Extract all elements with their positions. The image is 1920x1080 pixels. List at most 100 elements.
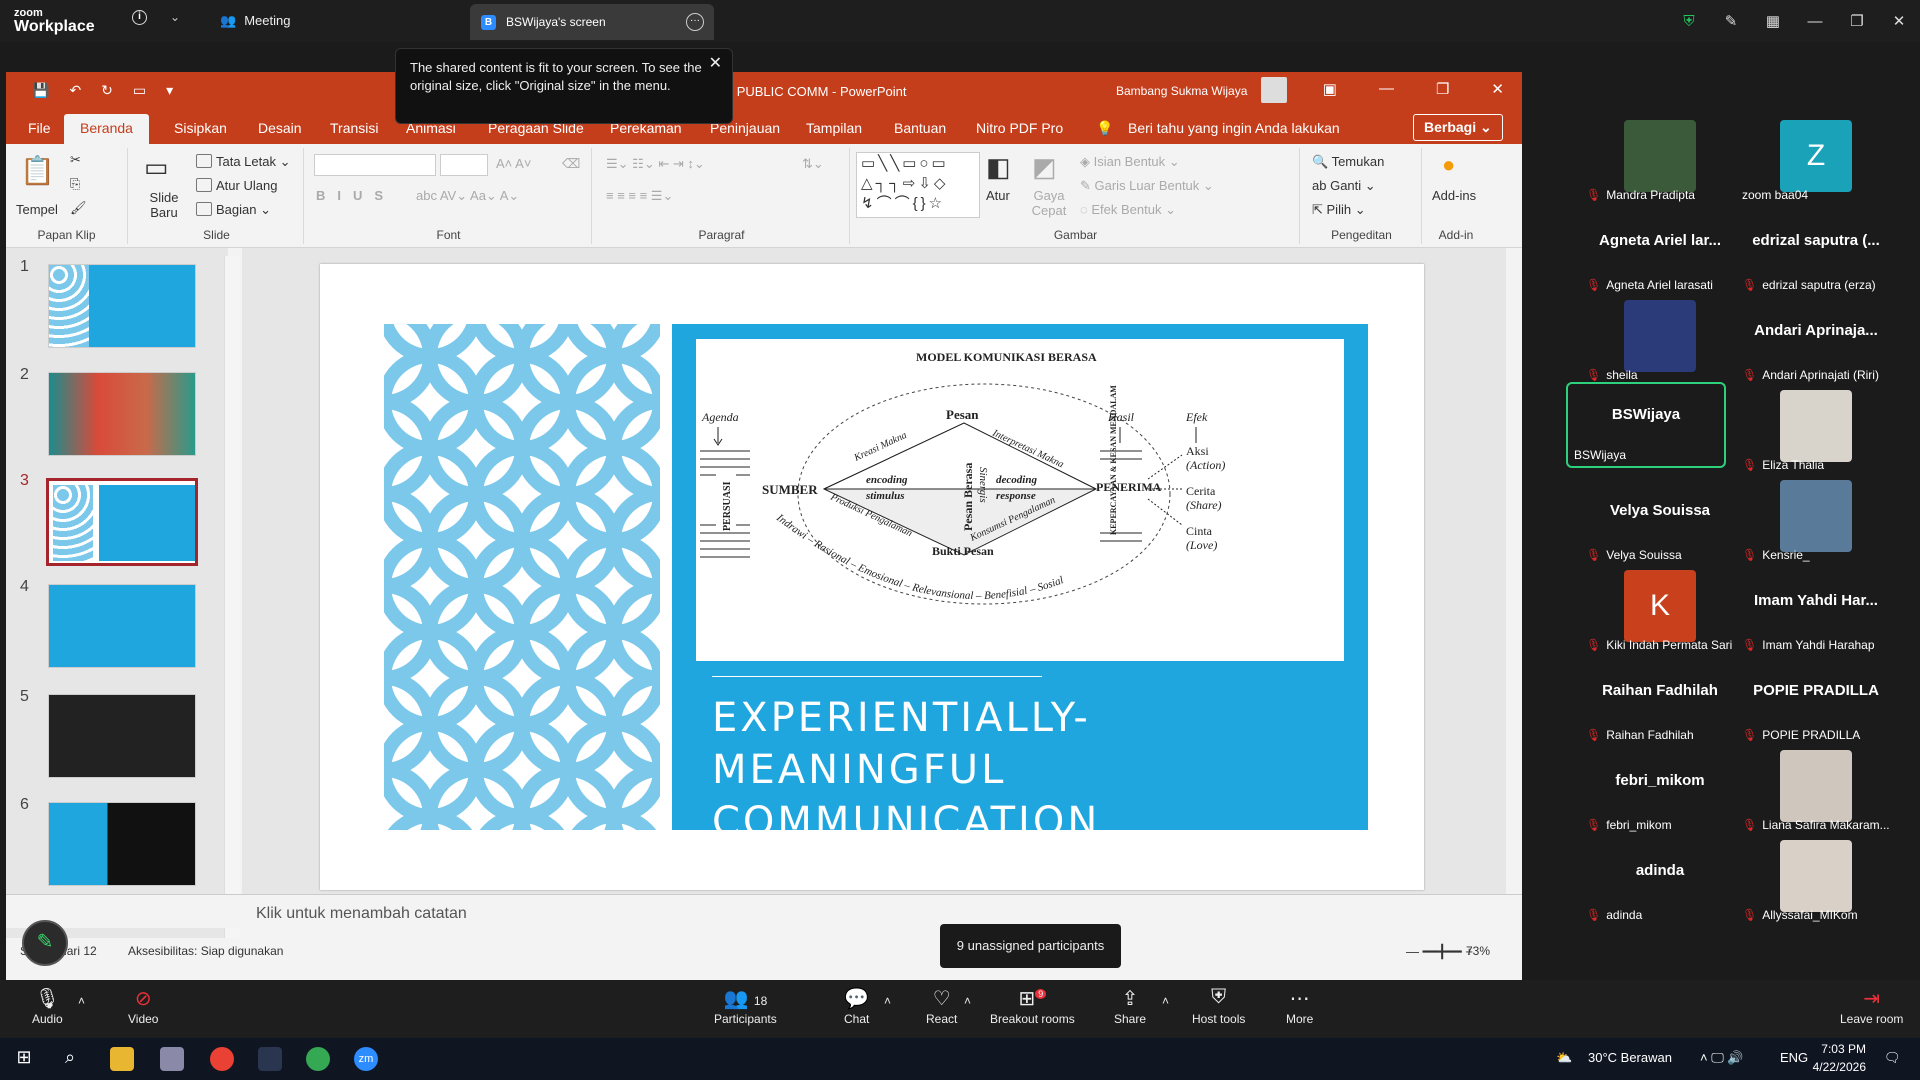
ppt-restore-icon[interactable]: ❐ — [1436, 80, 1449, 98]
copy-icon[interactable]: ⎘ — [70, 176, 80, 192]
participants-button[interactable]: 👥 18 Participants — [714, 986, 777, 1026]
participant-tile[interactable]: Agneta Ariel lar... 🎙 Agneta Ariel larasat… — [1580, 210, 1740, 296]
react-options-chevron[interactable]: ˄ — [964, 994, 971, 1008]
quick-style-button[interactable]: Gaya Cepat — [1028, 188, 1070, 218]
strike-spacing-case-icons[interactable]: abc AV⌄ Aa⌄ A⌄ — [416, 188, 519, 204]
tab-transisi[interactable]: Transisi — [330, 120, 379, 136]
shapes-gallery[interactable]: ▭╲╲▭○▭ △┐┐⇨⇩◇ ↯⌒⌒{}☆ — [856, 152, 980, 218]
format-painter-icon[interactable]: 🖌 — [70, 200, 87, 216]
cut-icon[interactable]: ✂ — [70, 152, 81, 168]
reset-button[interactable]: Atur Ulang — [196, 178, 277, 193]
chrome-icon[interactable] — [306, 1047, 330, 1071]
participant-tile[interactable]: febri_mikom 🎙 febri_mikom — [1580, 750, 1740, 836]
chat-button[interactable]: 💬 Chat — [844, 986, 869, 1026]
participant-tile[interactable]: Imam Yahdi Har... 🎙 Imam Yahdi Harahap — [1736, 570, 1896, 656]
replace-button[interactable]: ab Ganti ⌄ — [1312, 178, 1376, 194]
tab-desain[interactable]: Desain — [258, 120, 302, 136]
shape-fill-button[interactable]: ◈ Isian Bentuk ⌄ — [1080, 154, 1180, 170]
align-icons[interactable]: ≡ ≡ ≡ ≡ ☰⌄ — [606, 188, 673, 204]
language[interactable]: ENG — [1780, 1050, 1808, 1065]
clock-date[interactable]: 4/22/2026 — [1808, 1060, 1866, 1074]
clear-format-icon[interactable]: ⌫ — [562, 156, 580, 172]
participant-tile[interactable]: Zzoom baa04 — [1736, 120, 1896, 206]
select-button[interactable]: ⇱ Pilih ⌄ — [1312, 202, 1366, 218]
new-slide-button[interactable]: Slide Baru — [144, 190, 184, 220]
chrome-icon[interactable] — [210, 1047, 234, 1071]
participant-tile[interactable]: 🎙 sheila — [1580, 300, 1740, 386]
app-icon[interactable] — [258, 1047, 282, 1071]
clock-time[interactable]: 7:03 PM — [1816, 1042, 1866, 1056]
slide-thumb-5[interactable] — [48, 694, 196, 778]
windows-start-icon[interactable]: ⊞ — [12, 1047, 36, 1071]
layout-icon[interactable]: ▦ — [1752, 12, 1794, 30]
annotate-pen-icon[interactable]: ✎ — [1710, 12, 1752, 30]
save-icon[interactable]: 💾 — [32, 82, 49, 99]
tab-nitro[interactable]: Nitro PDF Pro — [976, 120, 1063, 136]
tray-icons[interactable]: ˄ 🖵 🔊 — [1700, 1050, 1744, 1066]
breakout-rooms-button[interactable]: ⊞ 9 Breakout rooms — [990, 986, 1075, 1026]
notes-pane[interactable]: Klik untuk menambah catatan — [6, 894, 1522, 928]
find-button[interactable]: 🔍 Temukan — [1312, 154, 1384, 170]
react-button[interactable]: ♡ React — [926, 986, 957, 1026]
zoom-percent[interactable]: 73% — [1466, 944, 1490, 958]
share-button[interactable]: Berbagi ⌄ — [1413, 114, 1503, 141]
audio-options-chevron[interactable]: ˄ — [78, 994, 85, 1008]
audio-button[interactable]: 🎙 Audio — [32, 986, 63, 1026]
participant-tile[interactable]: 🎙 Kensrie_ — [1736, 480, 1896, 566]
tell-me-box[interactable]: Beri tahu yang ingin Anda lakukan — [1128, 120, 1340, 136]
chevron-down-icon[interactable]: ⌄ — [170, 10, 180, 24]
meeting-tab[interactable]: 👥 Meeting — [220, 13, 290, 29]
slide-thumb-6[interactable] — [48, 802, 196, 886]
share-options-chevron[interactable]: ˄ — [1162, 994, 1169, 1008]
close-icon[interactable]: ✕ — [1878, 12, 1920, 30]
ppt-close-icon[interactable]: ✕ — [1491, 80, 1504, 98]
font-family-select[interactable] — [314, 154, 436, 176]
undo-icon[interactable]: ↶ — [69, 82, 81, 99]
meeting-info-icon[interactable]: i — [132, 10, 147, 25]
weather-icon[interactable]: ⛅ — [1556, 1050, 1572, 1066]
participant-tile[interactable]: K 🎙 Kiki Indah Permata Sari — [1580, 570, 1740, 656]
more-button[interactable]: ⋯ More — [1286, 986, 1313, 1026]
zoom-app-icon[interactable]: zm — [354, 1047, 378, 1071]
grow-font-icon[interactable]: A˄ A˅ — [496, 156, 531, 171]
tab-file[interactable]: File — [28, 120, 51, 136]
shape-effect-button[interactable]: ◌ Efek Bentuk ⌄ — [1080, 202, 1176, 218]
participant-tile[interactable]: Andari Aprinaja... 🎙 Andari Aprinajati (Ri… — [1736, 300, 1896, 386]
screen-share-tab[interactable]: B BSWijaya's screen ··· — [470, 4, 714, 40]
participant-tile[interactable]: POPIE PRADILLA 🎙 POPIE PRADILLA — [1736, 660, 1896, 746]
list-icons[interactable]: ☰⌄ ☷⌄ ⇤ ⇥ ↕⌄ — [606, 156, 705, 172]
participant-tile[interactable]: edrizal saputra (... 🎙 edrizal saputra (er… — [1736, 210, 1896, 296]
participant-tile[interactable]: adinda 🎙 adinda — [1580, 840, 1740, 926]
slide-thumb-2[interactable] — [48, 372, 196, 456]
slide-thumb-3[interactable] — [46, 478, 198, 566]
more-options-icon[interactable]: ··· — [686, 13, 704, 31]
addins-button[interactable]: Add-ins — [1432, 188, 1476, 203]
tab-sisipkan[interactable]: Sisipkan — [174, 120, 227, 136]
chat-options-chevron[interactable]: ˄ — [884, 994, 891, 1008]
slide-thumb-4[interactable] — [48, 584, 196, 668]
participant-tile[interactable]: Velya Souissa 🎙 Velya Souissa — [1580, 480, 1740, 566]
participant-tile[interactable]: 🎙 Mandra Pradipta — [1580, 120, 1740, 206]
weather-text[interactable]: 30°C Berawan — [1588, 1050, 1672, 1065]
slide-thumb-1[interactable] — [48, 264, 196, 348]
thumbnail-scrollbar[interactable] — [224, 256, 240, 946]
paste-button[interactable]: Tempel — [16, 202, 58, 217]
tab-bantuan[interactable]: Bantuan — [894, 120, 946, 136]
minimize-icon[interactable]: — — [1794, 13, 1836, 30]
maximize-icon[interactable]: ❐ — [1836, 12, 1878, 30]
annotation-pencil-icon[interactable]: ✎ — [22, 920, 68, 966]
font-size-select[interactable] — [440, 154, 488, 176]
customize-icon[interactable]: ▾ — [166, 82, 173, 99]
tab-tampilan[interactable]: Tampilan — [806, 120, 862, 136]
zoom-slider[interactable]: — ━━╋━━ + — [1406, 944, 1473, 960]
search-icon[interactable]: ⌕ — [58, 1047, 82, 1071]
redo-icon[interactable]: ↻ — [101, 82, 113, 99]
participant-tile[interactable]: 🎙 Liana Safira Makaram... — [1736, 750, 1896, 836]
file-explorer-icon[interactable] — [110, 1047, 134, 1071]
app-icon[interactable] — [160, 1047, 184, 1071]
leave-room-button[interactable]: ⇥ Leave room — [1840, 986, 1903, 1026]
layout-button[interactable]: Tata Letak ⌄ — [196, 154, 291, 170]
notification-icon[interactable]: 🗨 — [1884, 1050, 1901, 1066]
bold-italic-underline-icons[interactable]: BIUS — [316, 188, 395, 203]
close-tooltip-icon[interactable]: ✕ — [709, 55, 722, 73]
